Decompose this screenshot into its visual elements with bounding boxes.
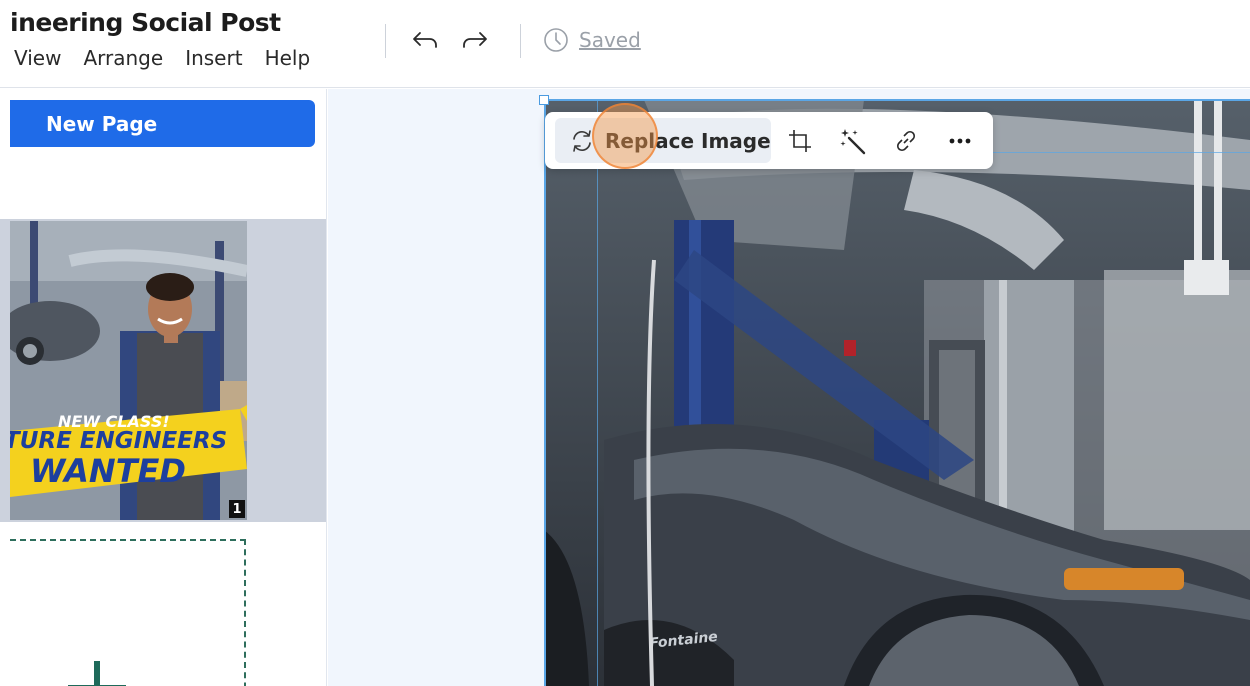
- pages-panel: New Page NEW CLASS! TURE ENGINEERS WANTE…: [0, 89, 327, 686]
- document-title[interactable]: ineering Social Post: [10, 8, 281, 37]
- clock-icon: [544, 28, 568, 52]
- thumb-text-3: WANTED: [30, 452, 186, 490]
- new-page-button[interactable]: New Page: [10, 100, 315, 147]
- thumbnail-image: NEW CLASS! TURE ENGINEERS WANTED: [10, 221, 247, 520]
- magic-wand-icon: [840, 129, 866, 155]
- more-icon: [949, 138, 971, 144]
- app-window: ineering Social Post View Arrange Insert…: [0, 0, 1250, 686]
- image-toolbar: Replace Image: [545, 112, 993, 169]
- replace-image-label: Replace Image: [605, 128, 771, 153]
- save-status: Saved: [543, 27, 641, 53]
- crop-icon: [789, 130, 811, 152]
- add-page-placeholder[interactable]: [10, 539, 246, 686]
- page-thumbnail[interactable]: NEW CLASS! TURE ENGINEERS WANTED 1: [10, 221, 247, 520]
- divider: [520, 24, 521, 58]
- crop-button[interactable]: [785, 126, 815, 156]
- guide-line-vertical: [597, 100, 598, 686]
- selection-border-top: [544, 99, 1250, 101]
- link-button[interactable]: [891, 126, 921, 156]
- resize-handle[interactable]: [539, 95, 549, 105]
- page-number-badge: 1: [229, 500, 245, 518]
- magic-edit-button[interactable]: [839, 126, 869, 156]
- selected-image[interactable]: Fontaine: [544, 100, 1250, 686]
- menu-insert[interactable]: Insert: [185, 46, 242, 70]
- menu-help[interactable]: Help: [265, 46, 311, 70]
- saved-link[interactable]: Saved: [579, 28, 641, 52]
- header-bar: ineering Social Post View Arrange Insert…: [0, 0, 1250, 88]
- replace-icon: [573, 129, 591, 152]
- replace-image-button[interactable]: Replace Image: [555, 118, 771, 163]
- plus-icon: [68, 661, 126, 686]
- workshop-photo: Fontaine: [544, 100, 1250, 686]
- redo-icon: [463, 32, 487, 48]
- page-thumbnail-row: NEW CLASS! TURE ENGINEERS WANTED 1: [0, 219, 326, 522]
- menu-bar: View Arrange Insert Help: [14, 46, 310, 70]
- divider: [385, 24, 386, 58]
- more-options-button[interactable]: [945, 126, 975, 156]
- redo-button[interactable]: [460, 26, 490, 56]
- menu-arrange[interactable]: Arrange: [83, 46, 163, 70]
- thumb-text-2: TURE ENGINEERS: [10, 428, 227, 454]
- undo-button[interactable]: [410, 26, 440, 56]
- selection-border-left: [544, 100, 546, 686]
- undo-icon: [413, 32, 437, 48]
- menu-view[interactable]: View: [14, 46, 61, 70]
- link-icon: [896, 130, 916, 152]
